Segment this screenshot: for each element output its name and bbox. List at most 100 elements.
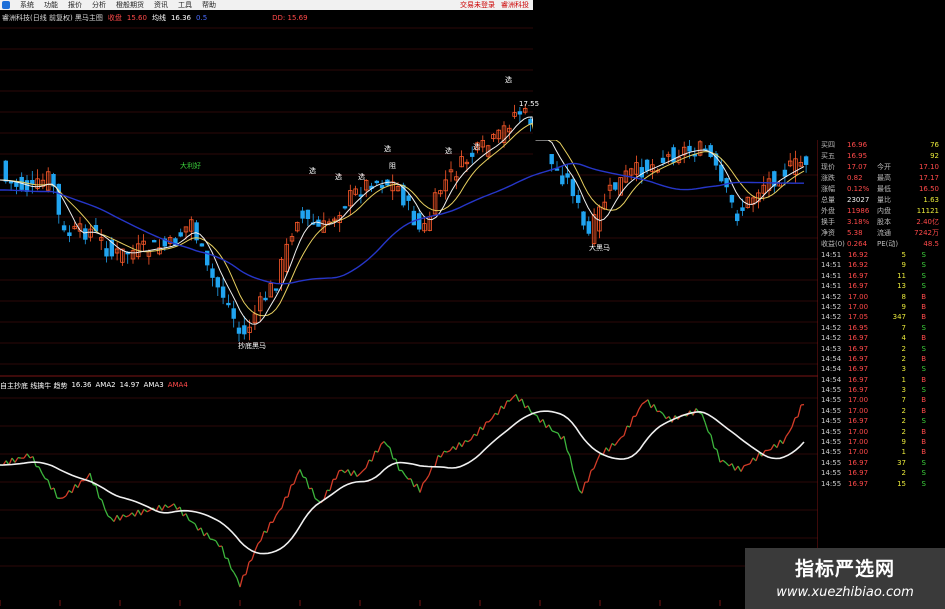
ama2-label: AMA2 [95, 381, 116, 389]
oscillator-segment [614, 440, 619, 446]
tick-list[interactable]: 14:51 16.92 5 S 14:51 16.92 9 S 14:51 16.97 11 S 14:… [818, 250, 945, 489]
tick-side: S [921, 323, 926, 332]
quote-label-2 [877, 140, 905, 151]
oscillator-segment [527, 405, 532, 413]
oscillator-segment [275, 510, 280, 516]
quote-label: 净资 [821, 229, 835, 237]
oscillator-segment [227, 558, 232, 569]
tick-volume: 13 [897, 282, 906, 291]
candle-body [565, 173, 570, 178]
tick-price: 16.97 [848, 365, 869, 374]
quote-value-2: 48.5 [923, 240, 939, 248]
indicator-title-bar: 自主抄底 线擒牛 趋势 16.36 AMA2 14.97 AMA3 AMA4 [0, 381, 188, 391]
oscillator-segment [23, 453, 28, 459]
oscillator-segment [416, 483, 421, 493]
annotation-peak-price: 17.55 [519, 100, 540, 108]
tick-volume: 3 [901, 386, 906, 395]
oscillator-segment [554, 431, 559, 434]
oscillator-segment [293, 475, 298, 485]
empty-region [533, 0, 945, 140]
tick-side: S [921, 386, 926, 395]
candle-body [178, 232, 183, 237]
oscillator-segment [167, 505, 172, 509]
oscillator-segment [44, 477, 49, 481]
oscillator-segment [458, 442, 463, 448]
quote-row: 净资 5.38 流通 7242万 [818, 228, 945, 239]
tick-row: 14:55 17.00 9 B [818, 437, 945, 447]
tick-row: 14:55 17.00 1 B [818, 447, 945, 457]
tick-time: 14:55 [821, 458, 842, 467]
tick-side: B [921, 334, 926, 343]
quote-value-2: 92 [930, 152, 939, 160]
oscillator-segment [386, 444, 391, 449]
tick-side: S [921, 469, 926, 478]
quote-value: 3.18% [847, 218, 870, 226]
oscillator-segment [434, 455, 439, 467]
candle-body [576, 195, 581, 203]
quote-panel: 买四 16.96 76 买五 16.95 92 现价 17.07 今开 17.10 涨跌 0.82 最高… [818, 140, 945, 609]
tick-time: 14:52 [821, 334, 842, 343]
tick-row: 14:51 16.92 5 S [818, 250, 945, 260]
oscillator-segment [710, 434, 715, 449]
watermark-url: www.xuezhibiao.com [776, 585, 914, 600]
candle-body [215, 277, 220, 288]
oscillator-segment [335, 470, 340, 480]
oscillator-segment [488, 418, 493, 423]
quote-value-2: 17.17 [918, 174, 939, 182]
oscillator-segment [17, 456, 22, 459]
tick-row: 14:53 16.97 2 S [818, 344, 945, 354]
oscillator-segment [158, 504, 163, 511]
oscillator-segment [470, 433, 475, 440]
quote-label-2 [877, 151, 905, 162]
oscillator-segment [134, 509, 139, 517]
quote-value: 17.07 [847, 163, 868, 171]
quote-label: 涨幅 [821, 185, 835, 193]
oscillator-segment [146, 509, 151, 513]
annotation-xuan-2: 选 [335, 173, 342, 181]
oscillator-signal-line [0, 410, 805, 555]
oscillator-segment [641, 401, 646, 405]
tick-price: 16.97 [848, 334, 869, 343]
oscillator-segment [116, 514, 121, 521]
ma-line-fast [0, 116, 805, 325]
oscillator-segment [230, 568, 235, 574]
tick-time: 14:55 [821, 406, 842, 415]
quote-value-2: 2.40亿 [916, 218, 939, 226]
tick-side: S [921, 344, 926, 353]
tick-price: 17.00 [848, 406, 869, 415]
oscillator-segment [737, 465, 742, 472]
candlestick-chart[interactable]: 18.5118.0017.5017.0016.5016.0015.5015.00… [0, 0, 945, 609]
candle-body [740, 207, 745, 211]
tick-row: 14:51 16.92 9 S [818, 260, 945, 270]
tick-row: 14:52 16.95 7 S [818, 323, 945, 333]
quote-label-2: 股本 [877, 218, 891, 226]
candle-body [67, 232, 72, 236]
oscillator-segment [557, 432, 562, 440]
annotation-big-black-horse: 大黑马 [589, 244, 610, 252]
candle-body [613, 182, 618, 190]
oscillator-segment [47, 479, 52, 490]
quote-value: 0.264 [847, 240, 868, 248]
oscillator-segment [551, 430, 556, 433]
quote-value: 16.95 [847, 152, 868, 160]
oscillator-segment [419, 482, 424, 493]
candle-body [782, 169, 788, 177]
tick-volume: 9 [901, 261, 906, 270]
oscillator-segment [347, 469, 352, 476]
oscillator-segment [107, 515, 112, 519]
tick-side: S [921, 417, 926, 426]
annotation-stop: 阻 [389, 162, 396, 170]
tick-row: 14:55 16.97 3 S [818, 385, 945, 395]
annotation-xuan-6: 选 [473, 143, 480, 151]
oscillator-segment [638, 403, 643, 410]
quote-label: 涨跌 [821, 174, 835, 182]
candle-body [8, 181, 14, 184]
tick-price: 16.97 [848, 479, 869, 488]
oscillator-segment [209, 538, 214, 541]
candle-body [83, 228, 88, 240]
tick-time: 14:52 [821, 302, 842, 311]
oscillator-segment [26, 453, 31, 459]
oscillator-segment [491, 412, 496, 419]
oscillator-segment [566, 449, 571, 457]
oscillator-segment [221, 545, 226, 559]
